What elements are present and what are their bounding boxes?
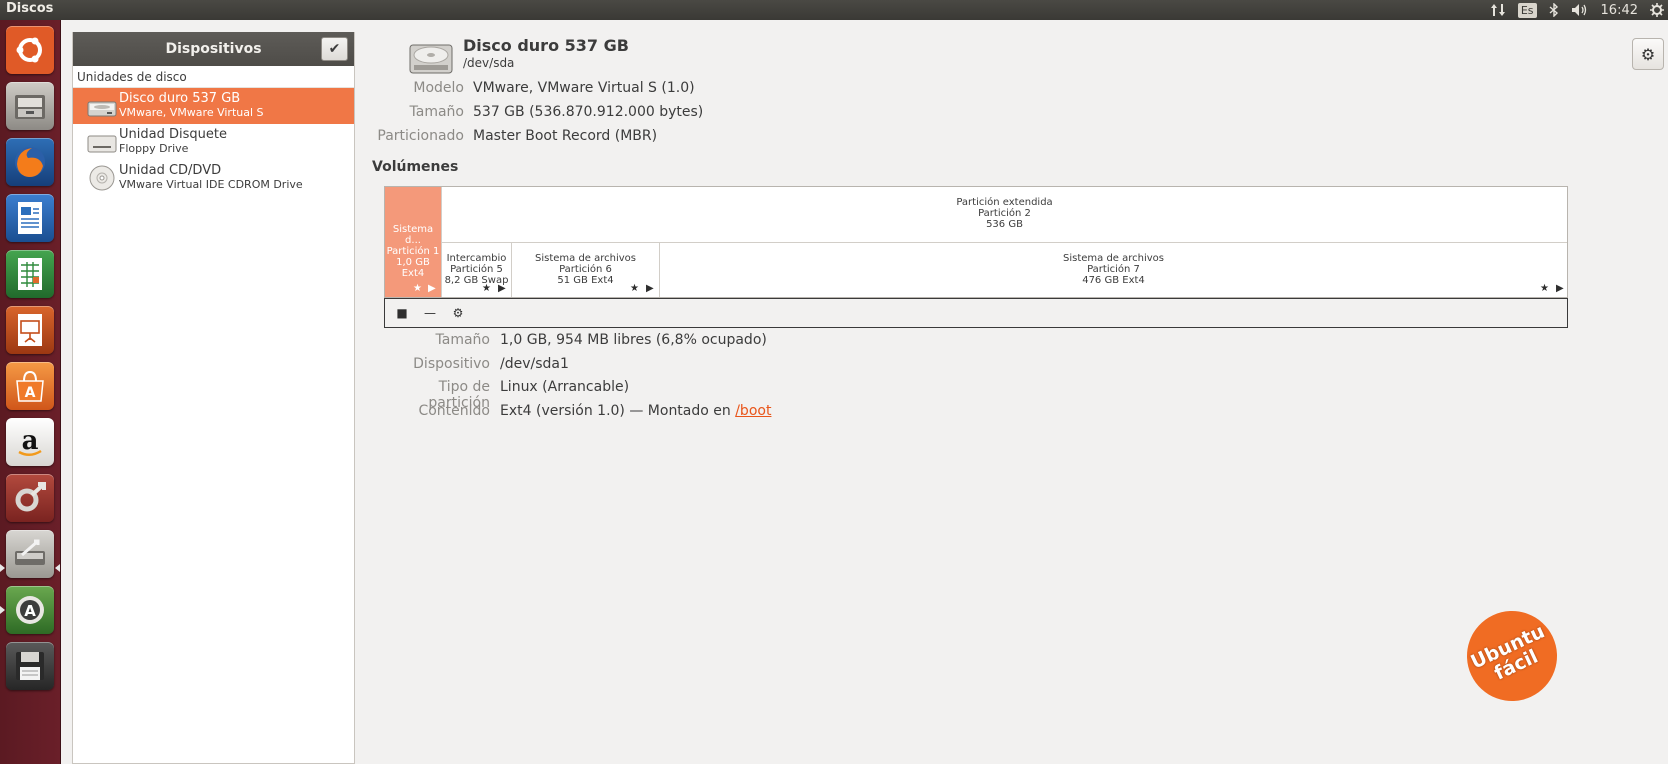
sidebar-title: Dispositivos (165, 41, 262, 57)
checkmark-icon: ✔ (328, 41, 341, 57)
drive-name: Unidad Disquete (119, 127, 227, 142)
active-app-indicator (55, 564, 60, 572)
firefox-icon[interactable] (6, 138, 54, 186)
disk-path: /dev/sda (463, 56, 515, 70)
network-icon[interactable] (1490, 2, 1506, 18)
prop-model: Modelo VMware, VMware Virtual S (1.0) (413, 80, 695, 96)
libreoffice-writer-icon[interactable] (6, 194, 54, 242)
select-button[interactable]: ✔ (321, 37, 348, 61)
drive-name: Unidad CD/DVD (119, 163, 222, 178)
clock[interactable]: 16:42 (1601, 2, 1638, 18)
detail-device: Dispositivo /dev/sda1 (413, 356, 569, 372)
partition-7[interactable]: Sistema de archivos Partición 7 476 GB E… (660, 243, 1567, 297)
volume-toolbar: ■ — ⚙ (384, 298, 1568, 328)
bluetooth-icon[interactable] (1549, 2, 1559, 18)
unmount-button[interactable]: ■ (391, 302, 413, 324)
stop-icon: ■ (396, 306, 408, 320)
drive-subtitle: VMware, VMware Virtual S (119, 106, 264, 119)
svg-text:a: a (22, 426, 39, 456)
running-app-indicator (0, 564, 5, 572)
svg-text:A: A (24, 602, 36, 620)
drive-subtitle: VMware Virtual IDE CDROM Drive (119, 178, 303, 191)
prop-partitioning: Particionado Master Boot Record (MBR) (377, 128, 658, 144)
drive-subtitle: Floppy Drive (119, 142, 189, 155)
power-gear-icon[interactable] (1650, 2, 1664, 18)
play-icon: ▶ (1556, 283, 1564, 294)
partition-6[interactable]: Sistema de archivos Partición 6 51 GB Ex… (512, 243, 660, 297)
floppy-icon[interactable] (6, 642, 54, 690)
disks-icon[interactable] (6, 530, 54, 578)
play-icon: ▶ (428, 283, 436, 294)
running-app-indicator-2 (0, 606, 5, 614)
gears-icon: ⚙ (452, 306, 464, 320)
star-icon: ★ (413, 283, 422, 294)
volume-map: Sistema d... Partición 1 1,0 GB Ext4 ★ ▶… (384, 186, 1568, 298)
detail-partition-type: Tipo de partición Linux (Arrancable) (428, 379, 630, 411)
hard-disk-icon (408, 37, 454, 77)
libreoffice-calc-icon[interactable] (6, 250, 54, 298)
svg-text:A: A (25, 385, 36, 401)
drive-options-button[interactable]: ⚙ (1632, 38, 1664, 70)
app-title: Discos (6, 1, 54, 16)
detail-size: Tamaño 1,0 GB, 954 MB libres (6,8% ocupa… (435, 332, 767, 348)
star-icon: ★ (482, 283, 491, 294)
ubuntu-dash-icon[interactable] (6, 26, 54, 74)
sidebar-header: Dispositivos ✔ (73, 32, 354, 66)
minus-icon: — (424, 306, 436, 320)
devices-sidebar: Dispositivos ✔ Unidades de disco Disco d… (72, 32, 355, 764)
libreoffice-impress-icon[interactable] (6, 306, 54, 354)
drive-item-floppy[interactable]: Unidad Disquete Floppy Drive (73, 124, 354, 160)
play-icon: ▶ (498, 283, 506, 294)
volumes-title: Volúmenes (372, 159, 459, 175)
detail-content: Contenido Ext4 (versión 1.0) — Montado e… (418, 403, 772, 419)
star-icon: ★ (1540, 283, 1549, 294)
drive-item-hard-disk[interactable]: Disco duro 537 GB VMware, VMware Virtual… (73, 88, 354, 124)
hard-disk-icon (87, 91, 117, 121)
partition-options-button[interactable]: ⚙ (447, 302, 469, 324)
amazon-icon[interactable]: a (6, 418, 54, 466)
keyboard-layout-icon[interactable]: Es (1517, 2, 1537, 18)
indicators: Es 16:42 (1490, 0, 1664, 20)
software-center-icon[interactable]: A (6, 362, 54, 410)
drives-section-label: Unidades de disco (73, 66, 354, 88)
volume-icon[interactable] (1571, 2, 1589, 18)
prop-size: Tamaño 537 GB (536.870.912.000 bytes) (409, 104, 704, 120)
delete-partition-button[interactable]: — (419, 302, 441, 324)
floppy-drive-icon (87, 127, 117, 157)
partition-5[interactable]: Intercambio Partición 5 8,2 GB Swap ★ ▶ (442, 243, 512, 297)
software-updater-icon[interactable]: A (6, 586, 54, 634)
optical-disc-icon (87, 163, 117, 193)
drive-item-cdrom[interactable]: Unidad CD/DVD VMware Virtual IDE CDROM D… (73, 160, 354, 196)
partition-1[interactable]: Sistema d... Partición 1 1,0 GB Ext4 ★ ▶ (385, 187, 442, 297)
system-settings-icon[interactable] (6, 474, 54, 522)
star-icon: ★ (630, 283, 639, 294)
disk-title: Disco duro 537 GB (463, 36, 629, 55)
gear-icon: ⚙ (1640, 44, 1656, 64)
drive-name: Disco duro 537 GB (119, 91, 241, 106)
launcher: A a A (0, 20, 61, 764)
play-icon: ▶ (646, 283, 654, 294)
partition-2-extended[interactable]: Partición extendida Partición 2 536 GB (442, 187, 1567, 243)
files-icon[interactable] (6, 82, 54, 130)
top-panel: Discos Es 16:42 (0, 0, 1668, 20)
mount-point-link[interactable]: /boot (735, 403, 771, 419)
